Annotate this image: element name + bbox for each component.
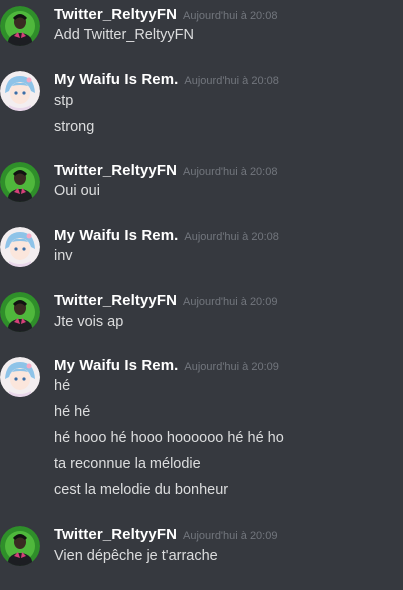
message-text: stp — [54, 93, 74, 109]
message-group: My Waifu Is Rem. Aujourd'hui à 20:08 inv — [0, 227, 403, 267]
message-group: My Waifu Is Rem. Aujourd'hui à 20:08 stp … — [0, 71, 403, 137]
username[interactable]: Twitter_ReltyyFN — [54, 162, 177, 179]
anime-girl-avatar-icon — [0, 357, 40, 397]
message-header: My Waifu Is Rem. Aujourd'hui à 20:09 — [54, 357, 279, 377]
message-text: Jte vois ap — [54, 314, 124, 330]
message-text: inv — [54, 248, 73, 264]
fortnite-skin-avatar-icon — [0, 526, 40, 566]
timestamp: Aujourd'hui à 20:08 — [184, 75, 279, 87]
avatar[interactable] — [0, 162, 40, 202]
message-header: Twitter_ReltyyFN Aujourd'hui à 20:08 — [54, 6, 277, 26]
timestamp: Aujourd'hui à 20:09 — [183, 296, 278, 308]
avatar[interactable] — [0, 357, 40, 397]
avatar[interactable] — [0, 6, 40, 46]
message-text: hé hé — [54, 404, 91, 420]
username[interactable]: My Waifu Is Rem. — [54, 71, 178, 88]
message-text: Add Twitter_ReltyyFN — [54, 27, 194, 43]
message-text: hé hooo hé hooo hoooooo hé hé ho — [54, 430, 284, 446]
avatar[interactable] — [0, 71, 40, 111]
message-group: Twitter_ReltyyFN Aujourd'hui à 20:08 Oui … — [0, 162, 403, 202]
fortnite-skin-avatar-icon — [0, 162, 40, 202]
username[interactable]: My Waifu Is Rem. — [54, 357, 178, 374]
username[interactable]: Twitter_ReltyyFN — [54, 292, 177, 309]
message-header: Twitter_ReltyyFN Aujourd'hui à 20:09 — [54, 526, 277, 546]
message-text: strong — [54, 119, 95, 135]
timestamp: Aujourd'hui à 20:08 — [184, 231, 279, 243]
timestamp: Aujourd'hui à 20:08 — [183, 10, 278, 22]
fortnite-skin-avatar-icon — [0, 6, 40, 46]
fortnite-skin-avatar-icon — [0, 292, 40, 332]
message-group: Twitter_ReltyyFN Aujourd'hui à 20:09 Vien… — [0, 526, 403, 568]
message-text: Oui oui — [54, 183, 100, 199]
message-header: Twitter_ReltyyFN Aujourd'hui à 20:09 — [54, 292, 277, 312]
chat-messages: Twitter_ReltyyFN Aujourd'hui à 20:08 Add … — [0, 0, 403, 590]
username[interactable]: Twitter_ReltyyFN — [54, 6, 177, 23]
message-text: hé — [54, 378, 71, 394]
message-header: My Waifu Is Rem. Aujourd'hui à 20:08 — [54, 71, 279, 91]
message-header: My Waifu Is Rem. Aujourd'hui à 20:08 — [54, 227, 279, 247]
timestamp: Aujourd'hui à 20:09 — [183, 530, 278, 542]
message-text: cest la melodie du bonheur — [54, 482, 229, 498]
anime-girl-avatar-icon — [0, 227, 40, 267]
message-group: Twitter_ReltyyFN Aujourd'hui à 20:09 Jte … — [0, 292, 403, 332]
message-text: ta reconnue la mélodie — [54, 456, 201, 472]
message-group: My Waifu Is Rem. Aujourd'hui à 20:09 hé h… — [0, 357, 403, 502]
message-group: Twitter_ReltyyFN Aujourd'hui à 20:08 Add … — [0, 6, 403, 46]
username[interactable]: Twitter_ReltyyFN — [54, 526, 177, 543]
message-header: Twitter_ReltyyFN Aujourd'hui à 20:08 — [54, 162, 277, 182]
anime-girl-avatar-icon — [0, 71, 40, 111]
avatar[interactable] — [0, 526, 40, 566]
username[interactable]: My Waifu Is Rem. — [54, 227, 178, 244]
avatar[interactable] — [0, 292, 40, 332]
timestamp: Aujourd'hui à 20:09 — [184, 361, 279, 373]
avatar[interactable] — [0, 227, 40, 267]
timestamp: Aujourd'hui à 20:08 — [183, 166, 278, 178]
message-text: Vien dépêche je t'arrache — [54, 548, 218, 564]
